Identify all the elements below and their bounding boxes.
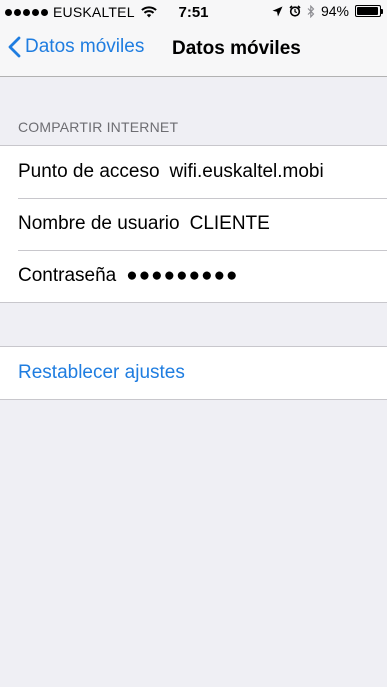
navigation-bar: Datos móviles Datos móviles	[0, 24, 387, 77]
password-label: Contraseña	[18, 265, 117, 286]
access-point-value[interactable]: wifi.euskaltel.mobi	[170, 161, 324, 183]
username-row[interactable]: Nombre de usuario CLIENTE	[0, 198, 387, 250]
hotspot-settings-group: Punto de acceso wifi.euskaltel.mobi Nomb…	[0, 145, 387, 303]
bluetooth-icon	[307, 4, 315, 18]
battery-fill	[357, 7, 378, 15]
username-label: Nombre de usuario	[18, 213, 180, 234]
battery-icon	[355, 5, 383, 17]
location-arrow-icon	[272, 6, 283, 16]
section-header-compartir-internet: COMPARTIR INTERNET	[18, 119, 179, 135]
reset-settings-group: Restablecer ajustes	[0, 346, 387, 400]
alarm-clock-icon	[289, 5, 301, 17]
reset-settings-button[interactable]: Restablecer ajustes	[0, 347, 387, 399]
status-bar: EUSKALTEL 7:51 94%	[0, 0, 387, 24]
access-point-row[interactable]: Punto de acceso wifi.euskaltel.mobi	[0, 146, 387, 198]
status-right: 94%	[272, 3, 383, 19]
battery-percent: 94%	[320, 3, 349, 19]
password-row[interactable]: Contraseña ●●●●●●●●●	[0, 250, 387, 302]
username-value[interactable]: CLIENTE	[190, 213, 270, 235]
chevron-left-icon	[8, 36, 21, 58]
back-button[interactable]: Datos móviles	[8, 36, 144, 58]
back-button-label: Datos móviles	[25, 36, 145, 57]
page-title: Datos móviles	[172, 38, 301, 59]
password-value[interactable]: ●●●●●●●●●	[126, 265, 238, 287]
access-point-label: Punto de acceso	[18, 161, 160, 182]
